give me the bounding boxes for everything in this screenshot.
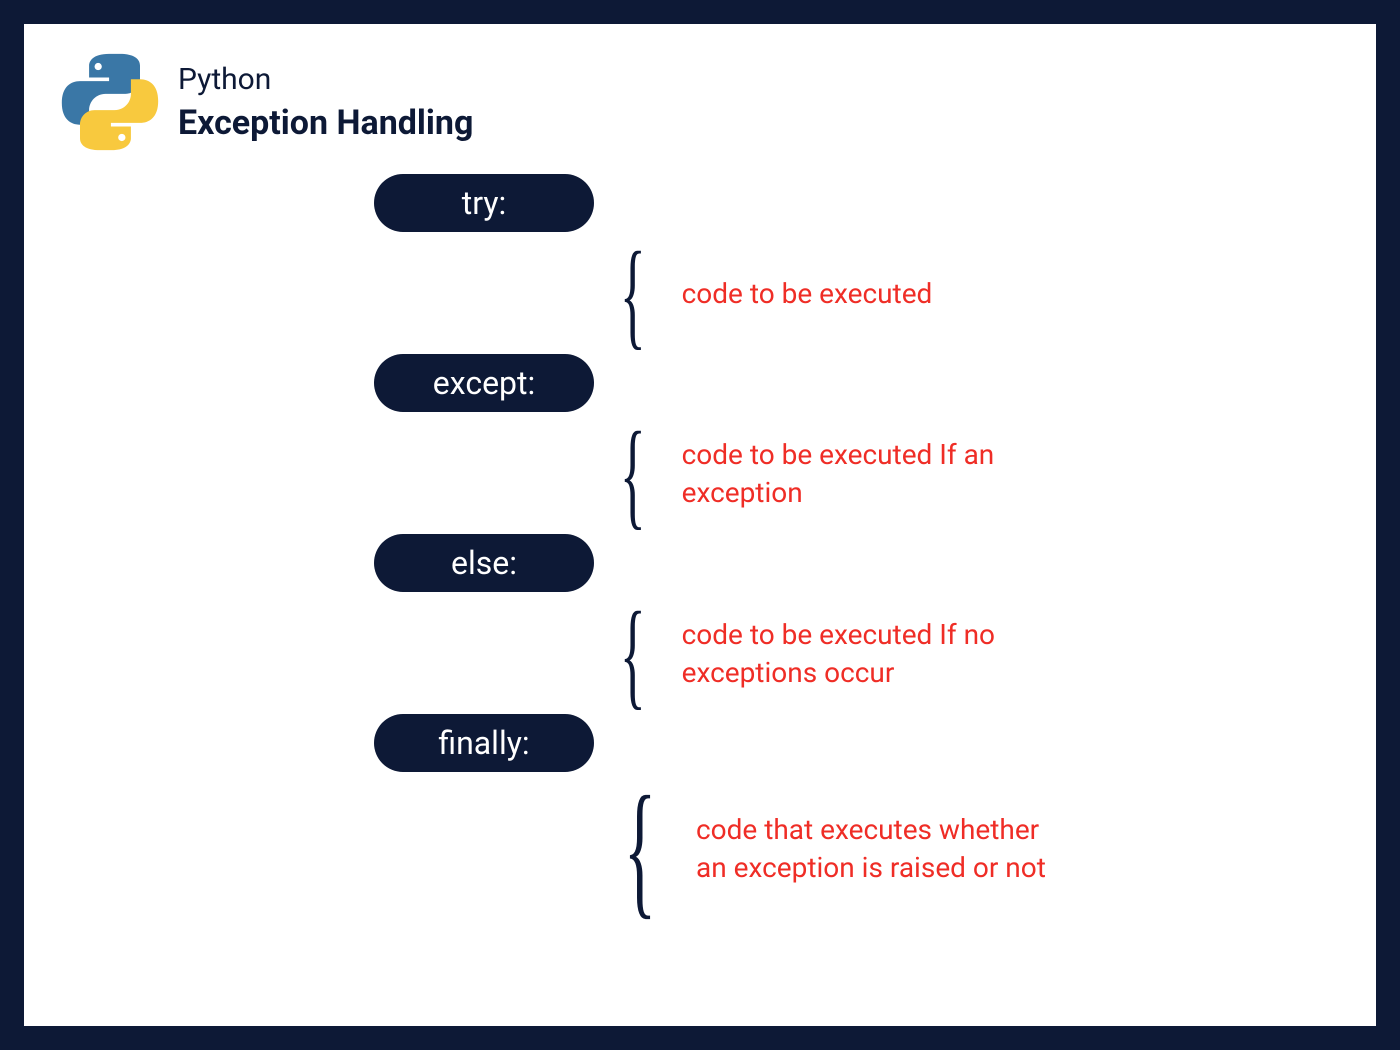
keyword-pill-try: try:	[374, 174, 594, 232]
curly-brace-icon: {	[624, 774, 656, 924]
description-text: code to be executed If no exceptions occ…	[682, 616, 1062, 692]
keyword-label: try:	[462, 184, 506, 222]
keyword-pill-finally: finally:	[374, 714, 594, 772]
description-text: code to be executed	[682, 275, 933, 313]
title-block: Python Exception Handling	[178, 62, 473, 143]
python-logo-icon	[60, 52, 160, 152]
keyword-pill-else: else:	[374, 534, 594, 592]
curly-brace-icon: {	[620, 594, 646, 714]
description-row: { code to be executed	[604, 234, 1174, 354]
description-text: code to be executed If an exception	[682, 436, 1062, 512]
diagram: try: { code to be executed except: { cod…	[374, 174, 1174, 924]
keyword-label: except:	[433, 364, 535, 402]
subtitle: Python	[178, 62, 473, 97]
description-row: { code to be executed If an exception	[604, 414, 1174, 534]
description-row: { code that executes whether an exceptio…	[604, 774, 1174, 924]
description-text: code that executes whether an exception …	[696, 811, 1076, 887]
block-except: except: { code to be executed If an exce…	[374, 354, 1174, 534]
keyword-label: else:	[451, 544, 517, 582]
block-finally: finally: { code that executes whether an…	[374, 714, 1174, 924]
title: Exception Handling	[178, 103, 473, 143]
header: Python Exception Handling	[60, 52, 473, 152]
curly-brace-icon: {	[620, 414, 646, 534]
block-else: else: { code to be executed If no except…	[374, 534, 1174, 714]
keyword-pill-except: except:	[374, 354, 594, 412]
curly-brace-icon: {	[620, 234, 646, 354]
keyword-label: finally:	[438, 724, 529, 762]
block-try: try: { code to be executed	[374, 174, 1174, 354]
page-canvas: Python Exception Handling try: { code to…	[24, 24, 1376, 1026]
description-row: { code to be executed If no exceptions o…	[604, 594, 1174, 714]
